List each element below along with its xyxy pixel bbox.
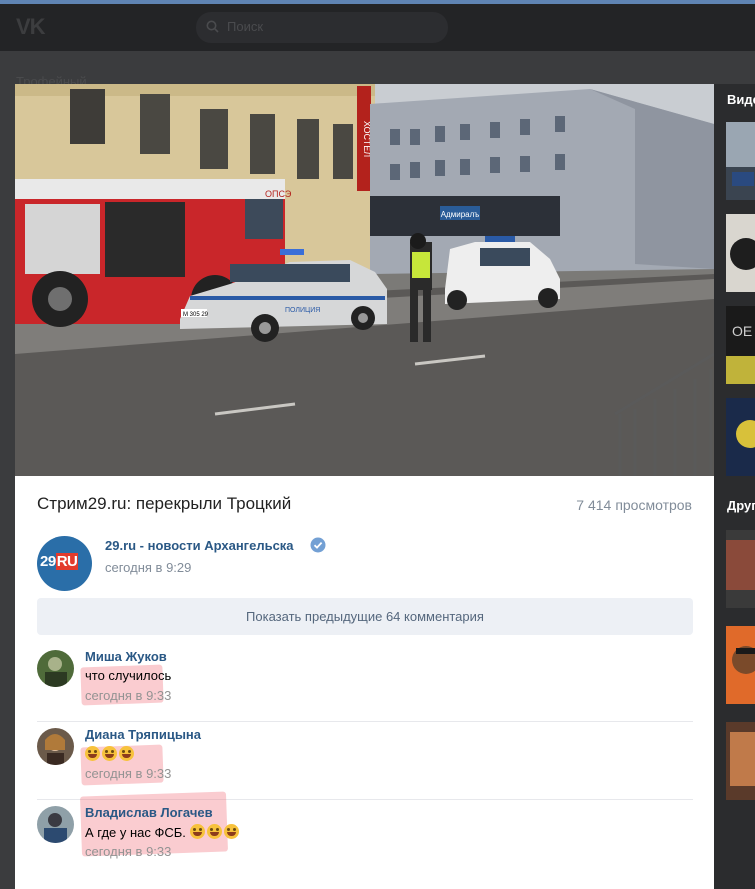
comment-text: что случилось xyxy=(85,668,172,683)
comment-item: Миша Жуков что случилось сегодня в 9:33 xyxy=(37,644,693,722)
comment-text-row: А где у нас ФСБ. xyxy=(85,824,241,840)
video-frame: ХОСТЕЛ Адмиралъ ОПСЭ ПОЛИЦИЯ М 305 29 xyxy=(15,84,714,476)
views-label: просмотров xyxy=(615,497,692,513)
comment-avatar[interactable] xyxy=(37,650,74,687)
views-counter: 7 414 просмотров xyxy=(572,497,692,513)
verified-icon xyxy=(310,537,326,553)
vk-logo[interactable]: VK xyxy=(16,14,54,40)
police-car-text: ПОЛИЦИЯ xyxy=(285,307,320,314)
comment-avatar[interactable] xyxy=(37,728,74,765)
video-info-panel: Стрим29.ru: перекрыли Троцкий 7 414 просм… xyxy=(15,476,714,889)
search-icon xyxy=(206,20,219,33)
laughing-emoji-icon xyxy=(119,746,134,761)
laughing-emoji-icon xyxy=(85,746,100,761)
sidebar-section-label: Видео xyxy=(727,92,755,107)
comment-time[interactable]: сегодня в 9:33 xyxy=(85,766,171,781)
related-video-thumb[interactable] xyxy=(726,214,755,292)
video-title: Стрим29.ru: перекрыли Троцкий xyxy=(37,494,292,513)
show-previous-comments-button[interactable]: Показать предыдущие 64 комментария xyxy=(37,598,693,635)
video-player[interactable]: ХОСТЕЛ Адмиралъ ОПСЭ ПОЛИЦИЯ М 305 29 xyxy=(15,84,714,476)
channel-post-time[interactable]: сегодня в 9:29 xyxy=(105,560,191,575)
comment-avatar[interactable] xyxy=(37,806,74,843)
related-video-thumb[interactable] xyxy=(726,122,755,200)
related-video-thumb[interactable]: OE xyxy=(726,306,755,384)
top-navigation-bar: VK Поиск xyxy=(0,4,755,51)
comment-item: Владислав Логачев А где у нас ФСБ. сегод… xyxy=(37,791,693,878)
video-modal: ХОСТЕЛ Адмиралъ ОПСЭ ПОЛИЦИЯ М 305 29 Ст… xyxy=(15,84,714,889)
related-videos-sidebar: Видео OE Другие xyxy=(714,84,755,889)
related-video-thumb[interactable] xyxy=(726,722,755,800)
channel-avatar-logo: 29RU xyxy=(40,553,79,570)
laughing-emoji-icon xyxy=(189,824,205,839)
fire-truck-side-text: ОПСЭ xyxy=(265,189,292,199)
laughing-emoji-icon xyxy=(223,824,239,839)
channel-name-link[interactable]: 29.ru - новости Архангельска xyxy=(105,538,294,553)
related-video-thumb[interactable] xyxy=(726,398,755,476)
search-placeholder[interactable]: Поиск xyxy=(227,19,263,34)
comment-time[interactable]: сегодня в 9:33 xyxy=(85,844,171,859)
related-video-thumb[interactable] xyxy=(726,530,755,608)
comment-time[interactable]: сегодня в 9:33 xyxy=(85,688,171,703)
comment-emoji-row xyxy=(85,746,136,762)
svg-text:OE: OE xyxy=(732,323,752,339)
comment-author[interactable]: Миша Жуков xyxy=(85,649,167,664)
comment-author[interactable]: Владислав Логачев xyxy=(85,805,213,820)
comment-text: А где у нас ФСБ. xyxy=(85,825,186,840)
plate-text: М 305 29 xyxy=(183,312,209,318)
search-field[interactable]: Поиск xyxy=(196,12,448,43)
views-count: 7 414 xyxy=(576,497,612,513)
channel-avatar[interactable]: 29RU xyxy=(37,536,92,591)
shop-sign: Адмиралъ xyxy=(441,210,480,219)
channel-avatar-number: 29 xyxy=(40,553,56,570)
sidebar-section-label: Другие xyxy=(727,498,755,513)
channel-avatar-suffix: RU xyxy=(55,553,79,570)
laughing-emoji-icon xyxy=(102,746,117,761)
laughing-emoji-icon xyxy=(206,824,222,839)
comment-author[interactable]: Диана Тряпицына xyxy=(85,727,201,742)
comment-item: Диана Тряпицына сегодня в 9:33 xyxy=(37,722,693,800)
related-video-thumb[interactable] xyxy=(726,626,755,704)
